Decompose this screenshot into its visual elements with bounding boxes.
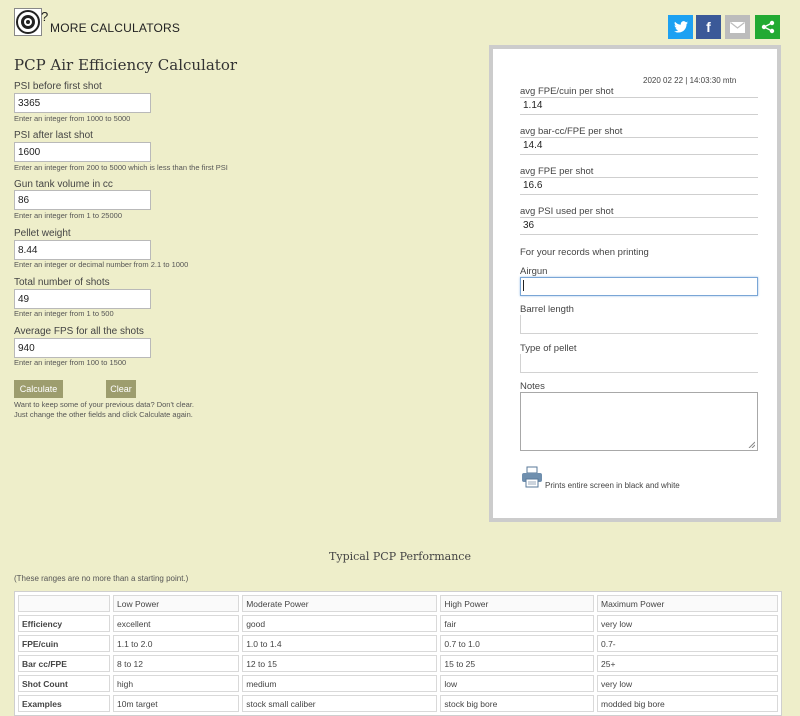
table-header-row: Low Power Moderate Power High Power Maxi… <box>18 595 778 612</box>
more-calculators-link[interactable]: MORE CALCULATORS <box>50 21 180 35</box>
share-icon <box>761 20 774 34</box>
table-row: Shot Count high medium low very low <box>18 675 778 692</box>
shot-count-label: Total number of shots <box>14 277 110 288</box>
row-header: Bar cc/FPE <box>18 655 110 672</box>
airgun-input[interactable] <box>520 277 758 296</box>
email-share-button[interactable] <box>725 15 750 39</box>
resize-grip-icon[interactable] <box>748 441 755 448</box>
pellet-type-label: Type of pellet <box>520 343 577 354</box>
fpe-cuin-value: 1.14 <box>520 97 758 115</box>
table-cell: very low <box>596 675 778 692</box>
column-header: Moderate Power <box>242 595 438 612</box>
barrel-length-input[interactable] <box>520 315 758 334</box>
table-cell: 1.1 to 2.0 <box>113 635 240 652</box>
shot-count-input[interactable] <box>14 289 151 309</box>
print-note[interactable]: Prints entire screen in black and white <box>545 481 680 490</box>
facebook-share-button[interactable]: f <box>696 15 721 39</box>
performance-table: Low Power Moderate Power High Power Maxi… <box>14 591 782 716</box>
row-header: Efficiency <box>18 615 110 632</box>
table-cell: 8 to 12 <box>113 655 240 672</box>
psi-used-value: 36 <box>520 217 758 235</box>
calculate-button[interactable]: Calculate <box>14 380 63 398</box>
barrel-length-label: Barrel length <box>520 304 574 315</box>
notes-textarea[interactable] <box>520 392 758 451</box>
table-cell: medium <box>242 675 438 692</box>
column-header: Maximum Power <box>596 595 778 612</box>
email-icon <box>730 21 745 33</box>
performance-title: Typical PCP Performance <box>329 550 471 563</box>
tank-volume-hint: Enter an integer from 1 to 25000 <box>14 211 122 220</box>
table-cell: stock big bore <box>440 695 594 712</box>
row-header: Examples <box>18 695 110 712</box>
pellet-type-input[interactable] <box>520 354 758 373</box>
psi-used-label: avg PSI used per shot <box>520 206 614 217</box>
question-mark-icon: ? <box>41 9 49 24</box>
twitter-icon <box>673 21 688 33</box>
table-row: Examples 10m target stock small caliber … <box>18 695 778 712</box>
average-fps-label: Average FPS for all the shots <box>14 326 144 337</box>
psi-before-hint: Enter an integer from 1000 to 5000 <box>14 114 131 123</box>
table-cell: 0.7- <box>596 635 778 652</box>
table-cell: 10m target <box>113 695 240 712</box>
table-row: Bar cc/FPE 8 to 12 12 to 15 15 to 25 25+ <box>18 655 778 672</box>
calculator-title: PCP Air Efficiency Calculator <box>14 56 238 74</box>
table-cell: low <box>440 675 594 692</box>
table-cell: excellent <box>113 615 240 632</box>
column-header: High Power <box>440 595 594 612</box>
keep-data-note-2: Just change the other fields and click C… <box>14 410 193 419</box>
table-cell: 12 to 15 <box>242 655 438 672</box>
text-cursor <box>523 280 524 291</box>
table-cell: 0.7 to 1.0 <box>440 635 594 652</box>
average-fps-input[interactable] <box>14 338 151 358</box>
facebook-icon: f <box>706 19 711 35</box>
table-cell: fair <box>440 615 594 632</box>
table-cell: 25+ <box>596 655 778 672</box>
tank-volume-label: Gun tank volume in cc <box>14 179 113 190</box>
table-cell: stock small caliber <box>242 695 438 712</box>
fpe-per-shot-label: avg FPE per shot <box>520 166 594 177</box>
performance-note: (These ranges are no more than a startin… <box>14 574 189 583</box>
fpe-cuin-label: avg FPE/cuin per shot <box>520 86 614 97</box>
pellet-weight-input[interactable] <box>14 240 151 260</box>
table-cell: 1.0 to 1.4 <box>242 635 438 652</box>
records-heading: For your records when printing <box>520 247 649 258</box>
column-header: Low Power <box>113 595 240 612</box>
timestamp: 2020 02 22 | 14:03:30 mtn <box>643 76 737 85</box>
table-cell: high <box>113 675 240 692</box>
target-icon <box>16 10 40 34</box>
psi-after-hint: Enter an integer from 200 to 5000 which … <box>14 163 228 172</box>
bar-cc-fpe-label: avg bar-cc/FPE per shot <box>520 126 623 137</box>
table-row: Efficiency excellent good fair very low <box>18 615 778 632</box>
table-cell: 15 to 25 <box>440 655 594 672</box>
psi-after-input[interactable] <box>14 142 151 162</box>
row-header: Shot Count <box>18 675 110 692</box>
psi-before-input[interactable] <box>14 93 151 113</box>
site-logo[interactable] <box>14 8 42 36</box>
keep-data-note: Want to keep some of your previous data?… <box>14 400 194 409</box>
table-cell: good <box>242 615 438 632</box>
column-header <box>18 595 110 612</box>
fpe-per-shot-value: 16.6 <box>520 177 758 195</box>
printer-icon[interactable] <box>521 466 543 488</box>
table-cell: very low <box>596 615 778 632</box>
clear-button[interactable]: Clear <box>106 380 136 398</box>
twitter-share-button[interactable] <box>668 15 693 39</box>
tank-volume-input[interactable] <box>14 190 151 210</box>
share-button[interactable] <box>755 15 780 39</box>
shot-count-hint: Enter an integer from 1 to 500 <box>14 309 114 318</box>
airgun-label: Airgun <box>520 266 548 277</box>
psi-after-label: PSI after last shot <box>14 130 93 141</box>
average-fps-hint: Enter an integer from 100 to 1500 <box>14 358 127 367</box>
psi-before-label: PSI before first shot <box>14 81 102 92</box>
table-cell: modded big bore <box>596 695 778 712</box>
pellet-weight-hint: Enter an integer or decimal number from … <box>14 260 189 269</box>
notes-label: Notes <box>520 381 545 392</box>
pellet-weight-label: Pellet weight <box>14 228 71 239</box>
table-row: FPE/cuin 1.1 to 2.0 1.0 to 1.4 0.7 to 1.… <box>18 635 778 652</box>
bar-cc-fpe-value: 14.4 <box>520 137 758 155</box>
row-header: FPE/cuin <box>18 635 110 652</box>
